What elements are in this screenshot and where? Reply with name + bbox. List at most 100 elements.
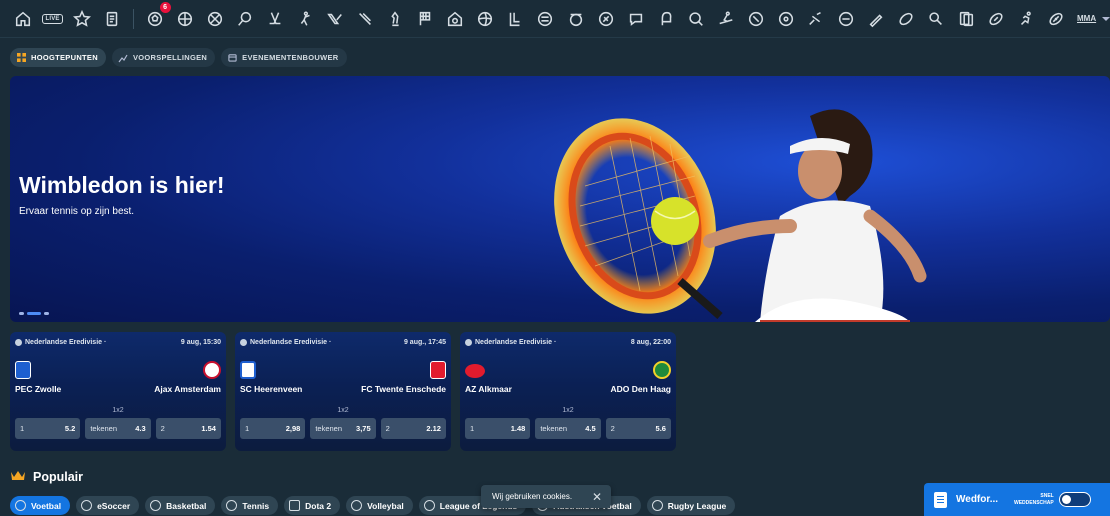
odds-button-away[interactable]: 2 1.54 [155,418,221,439]
odds-button-draw[interactable]: tekenen 4.5 [535,418,601,439]
basketball-icon[interactable] [205,8,226,30]
more-sports-label[interactable]: MMA [1077,14,1096,23]
chevron-down-icon[interactable] [1102,16,1110,21]
soccer-icon [15,500,26,511]
carousel-dot[interactable] [44,312,49,315]
soccer-icon [465,338,472,346]
tennis-icon[interactable] [235,8,256,30]
match-card[interactable]: Nederlandse Eredivisie · 9 aug., 17:45 S… [235,332,451,451]
sports-nav-bar: LIVE 6 MMA [0,0,1110,38]
racing-flag-icon[interactable] [415,8,436,30]
chip-voetbal[interactable]: Voetbal [10,496,71,515]
crown-icon [10,469,26,484]
chess-icon[interactable] [385,8,406,30]
speech-icon[interactable] [625,8,646,30]
chip-dota2[interactable]: Dota 2 [284,496,341,515]
team-crests [15,361,221,381]
csgo-icon[interactable] [355,8,376,30]
rocket-league-icon[interactable] [535,8,556,30]
odds-button-home[interactable]: 1 1.48 [465,418,531,439]
skiing-icon[interactable] [715,8,736,30]
chip-tennis[interactable]: Tennis [221,496,279,515]
match-header: Nederlandse Eredivisie · 9 aug., 17:45 [240,336,446,348]
dota-icon [289,500,301,511]
search-ball-icon[interactable] [685,8,706,30]
live-icon[interactable]: LIVE [42,8,63,30]
esoccer-icon [81,500,93,511]
carousel-dots[interactable] [19,312,49,315]
match-card[interactable]: Nederlandse Eredivisie · 9 aug, 15:30 PE… [10,332,226,451]
chip-basketbal[interactable]: Basketbal [145,496,216,515]
populair-header: Populair [10,469,83,484]
away-crest-icon [430,361,446,379]
tab-hoogtepunten[interactable]: HOOGTEPUNTEN [10,48,106,67]
league-label: Nederlandse Eredivisie · [240,338,331,346]
calendar-icon [227,53,237,63]
odds-button-draw[interactable]: tekenen 3,75 [310,418,376,439]
away-crest-icon [203,361,221,379]
betslip-widget[interactable]: Wedfor... SNEL WEDDENSCHAP [924,483,1110,516]
motorsport-icon[interactable] [805,8,826,30]
rugby-ball-icon[interactable] [1045,8,1066,30]
match-header: Nederlandse Eredivisie · 9 aug, 15:30 [15,336,221,348]
quick-bet-toggle[interactable] [1058,492,1091,507]
tab-label: VOORSPELLINGEN [132,53,208,62]
notification-badge: 6 [159,1,171,13]
home-team: AZ Alkmaar [465,384,512,394]
valorant-icon[interactable] [325,8,346,30]
sprint-icon[interactable] [1015,8,1036,30]
match-time: 8 aug, 22:00 [630,338,671,346]
home-icon[interactable] [13,8,34,30]
match-time: 9 aug., 17:45 [403,338,446,346]
tab-voorspellingen[interactable]: VOORSPELLINGEN [111,48,216,67]
market-label: 1x2 [112,407,124,414]
match-card[interactable]: Nederlandse Eredivisie · 8 aug, 22:00 AZ… [460,332,676,451]
house-sport-icon[interactable] [445,8,466,30]
odds-button-away[interactable]: 2 5.6 [605,418,671,439]
league-icon[interactable] [505,8,526,30]
close-icon[interactable]: ✕ [592,490,602,504]
snooker-icon[interactable] [775,8,796,30]
chip-volleybal[interactable]: Volleybal [346,496,413,515]
soccer-icon [15,338,22,346]
odds-row: 1 5.2 tekenen 4.3 2 1.54 [15,418,221,439]
hockey-icon[interactable] [265,8,286,30]
badminton-icon[interactable] [745,8,766,30]
basketball-soccer-icon[interactable] [175,8,196,30]
divider [133,8,135,29]
boxing-glove-icon[interactable] [655,8,676,30]
odds-button-home[interactable]: 1 5.2 [15,418,81,439]
odds-button-away[interactable]: 2 2.12 [380,418,446,439]
odds-button-draw[interactable]: tekenen 4.3 [85,418,151,439]
away-team: Ajax Amsterdam [154,384,221,394]
volleyball-icon [351,500,363,511]
home-team: PEC Zwolle [15,384,62,394]
soccer-icon [240,338,247,346]
section-title: Populair [33,469,84,484]
slapshot-icon[interactable] [835,8,856,30]
chip-esoccer[interactable]: eSoccer [76,496,140,515]
league-label: Nederlandse Eredivisie · [465,338,556,346]
chip-rugby-league[interactable]: Rugby League [646,496,736,515]
darts-icon[interactable] [865,8,886,30]
table-tennis-icon[interactable] [925,8,946,30]
cards-icon[interactable] [955,8,976,30]
carousel-dot[interactable] [19,312,24,315]
betslip-icon [934,491,947,508]
tennis-icon [226,500,238,511]
american-football-icon[interactable] [985,8,1006,30]
volleyball-icon[interactable] [475,8,496,30]
hero-banner[interactable]: Wimbledon is hier! Ervaar tennis op zijn… [10,76,1110,322]
baseball-player-icon[interactable] [295,8,316,30]
tab-evenementenbouwer[interactable]: EVENEMENTENBOUWER [221,48,347,67]
betslip-title: Wedfor... [956,494,999,505]
odds-button-home[interactable]: 1 2,98 [240,418,306,439]
team-names: AZ Alkmaar ADO Den Haag [465,384,671,394]
star-icon[interactable] [72,8,93,30]
cricket-icon[interactable] [595,8,616,30]
soccer-icon[interactable]: 6 [145,1,171,30]
rugby-icon[interactable] [895,8,916,30]
carousel-dot-active[interactable] [27,312,41,315]
betslip-icon[interactable] [102,8,123,30]
fifa-icon[interactable] [565,8,586,30]
